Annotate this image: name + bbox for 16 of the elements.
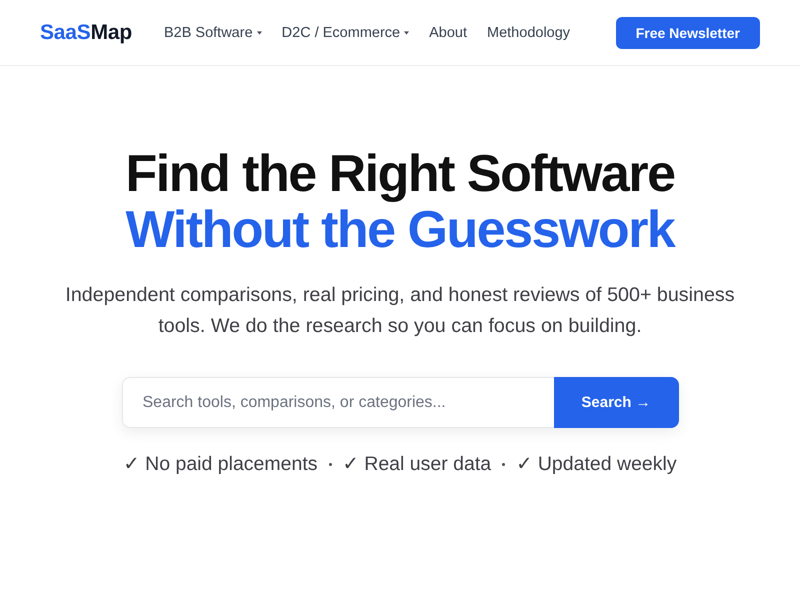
dot-separator-icon: [328, 462, 332, 466]
nav-link[interactable]: B2B Software: [164, 24, 262, 40]
subtitle: Independent comparisons, real pricing, and honest reviews of 500+ business tools. We do the research so you can focus on building.: [64, 283, 736, 339]
trust-point: ✓ Updated weekly: [516, 452, 677, 476]
nav-link[interactable]: D2C / Ecommerce: [282, 24, 410, 40]
logo[interactable]: SaaSMap: [40, 20, 132, 44]
trust-point: ✓ No paid placements: [123, 452, 318, 476]
nav-link[interactable]: Methodology: [487, 24, 570, 40]
nav-link[interactable]: About: [429, 24, 468, 40]
search-field[interactable]: Search tools, comparisons, or categories...: [122, 377, 554, 428]
trust-point: ✓ Real user data: [342, 452, 492, 476]
headline: Find the Right Software: [125, 146, 675, 202]
search-button[interactable]: Search →: [554, 377, 678, 428]
newsletter-button[interactable]: Free Newsletter: [616, 16, 760, 48]
dot-separator-icon: [502, 462, 506, 466]
headline: Without the Guesswork: [126, 202, 674, 258]
